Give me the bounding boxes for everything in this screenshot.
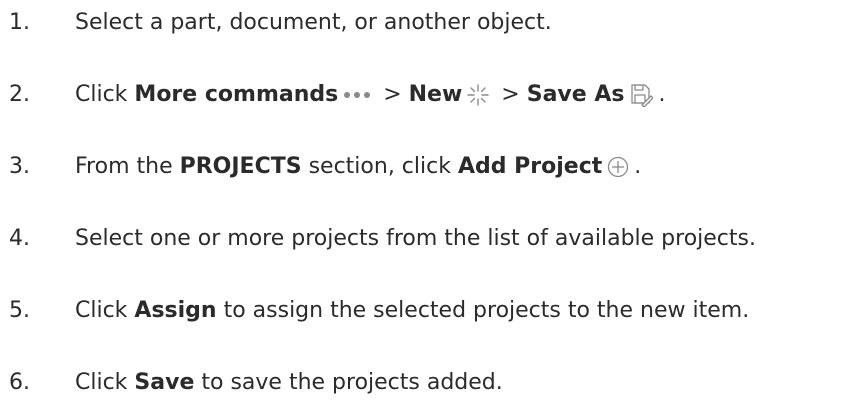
save-as-label: Save As (526, 82, 625, 107)
step-3: 3. From the PROJECTS section, click Add … (0, 147, 641, 187)
step-number: 1. (9, 10, 30, 35)
more-commands-label: More commands (134, 82, 339, 107)
save-as-icon (629, 83, 654, 107)
step-text-segment: From the (75, 154, 180, 179)
assign-label: Assign (134, 298, 217, 323)
step-5: 5. Click Assign to assign the selected p… (0, 291, 749, 331)
add-circle-icon (607, 156, 629, 178)
step-text: From the PROJECTS section, click Add Pro… (75, 156, 641, 178)
step-text-segment: Click (75, 370, 135, 395)
step-text-segment: to save the projects added. (194, 370, 503, 395)
step-text-segment: > (494, 82, 527, 107)
step-text-segment: > (376, 82, 409, 107)
step-text: Select a part, document, or another obje… (75, 12, 552, 34)
step-1: 1. Select a part, document, or another o… (0, 3, 552, 43)
step-2: 2. Click More commands > New > Save As . (0, 75, 665, 115)
step-text-segment: to assign the selected projects to the n… (216, 298, 750, 323)
step-number: 6. (9, 370, 30, 395)
step-text-segment: . (658, 82, 666, 107)
step-4: 4. Select one or more projects from the … (0, 219, 756, 259)
step-text: Click More commands > New > Save As . (75, 83, 665, 107)
step-text: Select one or more projects from the lis… (75, 228, 756, 250)
step-text-segment: Select a part, document, or another obje… (75, 10, 552, 35)
new-sparkle-icon (467, 84, 490, 106)
step-text-segment: section, click (301, 154, 458, 179)
step-text: Click Save to save the projects added. (75, 372, 503, 394)
step-text-segment: Select one or more projects from the lis… (75, 226, 756, 251)
step-number: 5. (9, 298, 30, 323)
step-text-segment: Click (75, 298, 135, 323)
projects-label: PROJECTS (179, 154, 302, 179)
step-text: Click Assign to assign the selected proj… (75, 300, 749, 322)
step-6: 6. Click Save to save the projects added… (0, 363, 503, 403)
step-text-segment: Click (75, 82, 135, 107)
step-number: 3. (9, 154, 30, 179)
instruction-steps: 1. Select a part, document, or another o… (0, 0, 863, 417)
more-commands-icon (343, 91, 371, 99)
save-label: Save (134, 370, 195, 395)
step-number: 4. (9, 226, 30, 251)
new-label: New (408, 82, 463, 107)
step-text-segment: . (634, 154, 642, 179)
step-number: 2. (9, 82, 30, 107)
add-project-label: Add Project (457, 154, 603, 179)
